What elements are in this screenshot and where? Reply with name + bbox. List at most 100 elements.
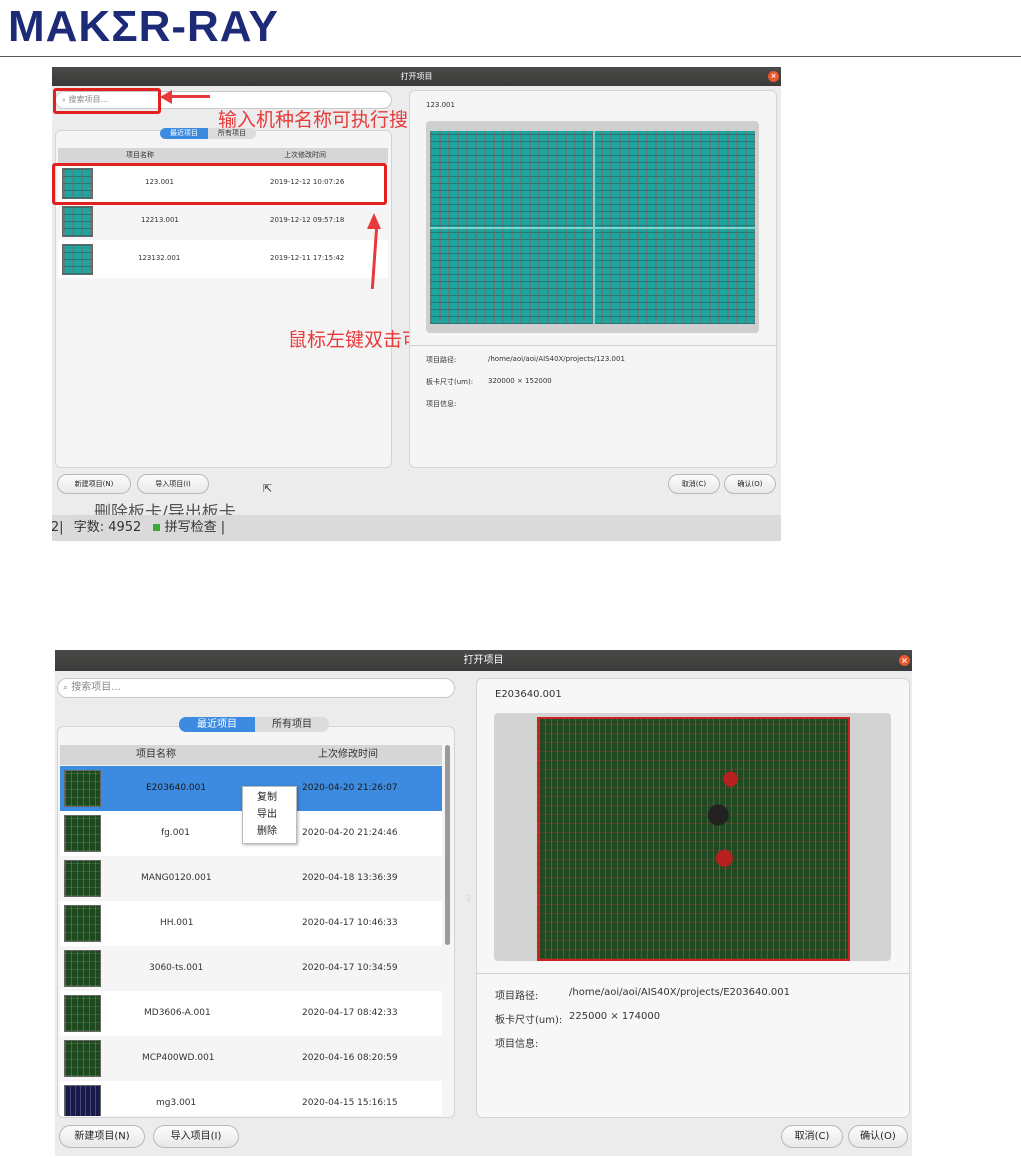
search-input[interactable]: ⌕ 搜索项目... xyxy=(57,678,455,698)
project-time: 2020-04-20 21:26:07 xyxy=(302,783,398,793)
project-thumbnail xyxy=(64,1040,101,1077)
import-project-button[interactable]: 导入项目(I) xyxy=(137,474,209,494)
table-row[interactable]: MD3606-A.001 2020-04-17 08:42:33 xyxy=(60,991,442,1036)
cancel-button[interactable]: 取消(C) xyxy=(668,474,720,494)
column-header-name[interactable]: 项目名称 xyxy=(126,148,154,163)
status-bar: |: 2| 字数: 4952 拼写检查 | xyxy=(52,515,781,541)
search-highlight-box xyxy=(53,88,161,114)
project-name: HH.001 xyxy=(160,918,194,928)
ok-button[interactable]: 确认(O) xyxy=(724,474,776,494)
close-button[interactable]: × xyxy=(899,655,910,666)
annotation-arrowhead-left xyxy=(160,90,172,104)
project-thumbnail xyxy=(64,995,101,1032)
table-header: 项目名称 上次修改时间 xyxy=(58,148,388,163)
table-header: 项目名称 上次修改时间 xyxy=(60,745,442,765)
project-thumbnail xyxy=(64,905,101,942)
splitter-handle[interactable]: ⋮ xyxy=(465,894,473,903)
new-project-button[interactable]: 新建项目(N) xyxy=(59,1125,145,1148)
tab-recent[interactable]: 最近项目 xyxy=(160,128,208,139)
preview-frame xyxy=(494,713,891,961)
window-titlebar: 打开项目 xyxy=(55,650,912,671)
table-row[interactable]: mg3.001 2020-04-15 15:16:15 xyxy=(60,1081,442,1116)
column-header-time[interactable]: 上次修改时间 xyxy=(284,148,326,163)
column-header-time[interactable]: 上次修改时间 xyxy=(318,745,378,765)
project-thumbnail xyxy=(62,206,93,237)
project-thumbnail xyxy=(64,1085,101,1116)
screenshot-2: 打开项目 × ⌕ 搜索项目... 最近项目 所有项目 项目名称 上次修改时间 E2… xyxy=(55,650,912,1156)
project-name: 123132.001 xyxy=(138,254,181,262)
project-thumbnail xyxy=(62,244,93,275)
info-label: 项目信息: xyxy=(495,1039,539,1050)
preview-separator xyxy=(477,973,909,974)
project-thumbnail xyxy=(64,815,101,852)
preview-panel: E203640.001 项目路径: /home/aoi/aoi/AIS40X/p… xyxy=(476,678,910,1118)
preview-panel: 123.001 项目路径: /home/aoi/aoi/AIS40X/proje… xyxy=(409,90,777,468)
preview-title: 123.001 xyxy=(426,101,455,109)
preview-title: E203640.001 xyxy=(495,689,562,700)
status-end: | xyxy=(220,520,226,535)
maker-ray-logo: MAKΣR-RAY xyxy=(8,2,279,51)
ok-button[interactable]: 确认(O) xyxy=(848,1125,908,1148)
project-thumbnail xyxy=(64,950,101,987)
preview-frame xyxy=(426,121,759,333)
tab-bar: 最近项目 所有项目 xyxy=(160,128,256,139)
project-name: MCP400WD.001 xyxy=(142,1053,215,1063)
overflow-doc-text: 删除板卡/导出板卡 xyxy=(94,503,236,515)
status-spell-check[interactable]: 拼写检查 xyxy=(165,520,217,535)
info-label: 项目信息: xyxy=(426,400,457,408)
context-menu: 复制 导出 删除 xyxy=(242,786,297,844)
table-row[interactable]: 3060-ts.001 2020-04-17 10:34:59 xyxy=(60,946,442,991)
tab-all[interactable]: 所有项目 xyxy=(208,128,256,139)
project-time: 2020-04-18 13:36:39 xyxy=(302,873,398,883)
project-time: 2020-04-17 10:34:59 xyxy=(302,963,398,973)
spell-check-icon xyxy=(153,524,161,531)
project-time: 2020-04-17 10:46:33 xyxy=(302,918,398,928)
project-name: E203640.001 xyxy=(146,783,207,793)
project-time: 2019-12-11 17:15:42 xyxy=(270,254,345,262)
annotation-arrow-left xyxy=(170,95,210,98)
close-button[interactable]: × xyxy=(768,71,779,82)
mouse-cursor-icon: ⇱ xyxy=(263,482,273,495)
window-title: 打开项目 xyxy=(400,72,433,81)
context-menu-delete[interactable]: 删除 xyxy=(243,823,296,840)
status-word-count: 字数: 4952 xyxy=(73,520,142,535)
annotation-arrowhead-up xyxy=(367,213,381,229)
tab-all[interactable]: 所有项目 xyxy=(255,717,329,732)
table-row[interactable]: MCP400WD.001 2020-04-16 08:20:59 xyxy=(60,1036,442,1081)
project-table: 123.001 2019-12-12 10:07:26 12213.001 20… xyxy=(58,164,388,464)
cancel-button[interactable]: 取消(C) xyxy=(781,1125,843,1148)
tab-recent[interactable]: 最近项目 xyxy=(179,717,255,732)
window-title: 打开项目 xyxy=(463,655,504,666)
path-value: /home/aoi/aoi/AIS40X/projects/E203640.00… xyxy=(569,987,791,998)
preview-separator xyxy=(410,345,776,346)
path-label: 项目路径: xyxy=(426,356,457,364)
project-name: MD3606-A.001 xyxy=(144,1008,211,1018)
project-name: mg3.001 xyxy=(156,1098,197,1108)
screenshot-1: 打开项目 × ⌕ 搜索项目... 输入机种名称可执行搜索 最近项目 所有项目 项目… xyxy=(52,67,781,541)
project-time: 2020-04-20 21:24:46 xyxy=(302,828,398,838)
new-project-button[interactable]: 新建项目(N) xyxy=(57,474,131,494)
size-label: 板卡尺寸(um): xyxy=(495,1015,563,1026)
project-time: 2020-04-17 08:42:33 xyxy=(302,1008,398,1018)
project-time: 2019-12-12 09:57:18 xyxy=(270,216,345,224)
project-time: 2020-04-15 15:16:15 xyxy=(302,1098,398,1108)
column-header-name[interactable]: 项目名称 xyxy=(136,745,176,765)
table-row[interactable]: HH.001 2020-04-17 10:46:33 xyxy=(60,901,442,946)
project-name: fg.001 xyxy=(161,828,190,838)
table-row[interactable]: 12213.001 2019-12-12 09:57:18 xyxy=(58,202,388,240)
pcb-preview-image xyxy=(537,717,850,961)
window-titlebar: 打开项目 xyxy=(52,67,781,86)
tab-bar: 最近项目 所有项目 xyxy=(179,717,329,732)
size-label: 板卡尺寸(um): xyxy=(426,378,474,386)
search-icon: ⌕ xyxy=(63,683,69,693)
path-value: /home/aoi/aoi/AIS40X/projects/123.001 xyxy=(488,355,625,363)
context-menu-copy[interactable]: 复制 xyxy=(243,789,296,806)
table-row[interactable]: 123132.001 2019-12-11 17:15:42 xyxy=(58,240,388,278)
context-menu-export[interactable]: 导出 xyxy=(243,806,296,823)
header-divider xyxy=(0,56,1021,57)
import-project-button[interactable]: 导入项目(I) xyxy=(153,1125,239,1148)
status-left: |: 2| xyxy=(52,520,64,535)
project-name: 3060-ts.001 xyxy=(149,963,204,973)
table-scrollbar[interactable] xyxy=(445,745,450,945)
table-row[interactable]: MANG0120.001 2020-04-18 13:36:39 xyxy=(60,856,442,901)
